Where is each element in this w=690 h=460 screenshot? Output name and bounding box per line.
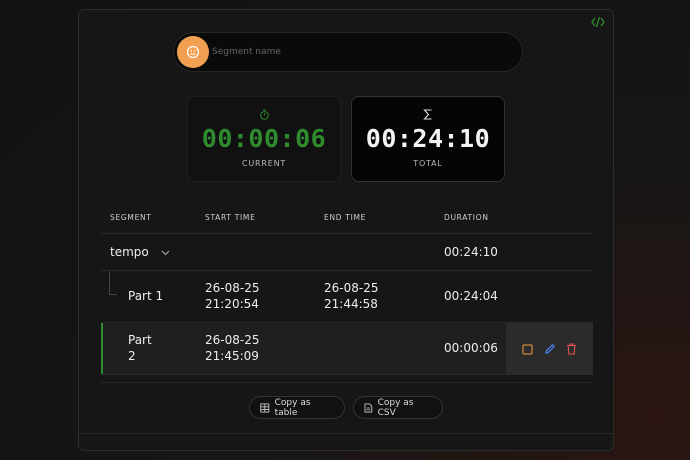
part-start-time: 21:20:54 — [205, 297, 259, 311]
pencil-icon — [544, 344, 555, 354]
part-duration: 00:24:04 — [444, 289, 498, 303]
tree-connector — [109, 271, 117, 295]
part-name-line1: Part — [128, 333, 152, 347]
segment-name: tempo — [110, 245, 149, 259]
part-start-date: 26-08-25 — [205, 333, 260, 347]
table-row[interactable]: Part 1 26-08-25 21:20:54 26-08-25 21:44:… — [101, 271, 593, 323]
header-duration: DURATION — [444, 213, 489, 222]
segment-name-input[interactable] — [208, 39, 514, 65]
main-panel: 00:00:06 CURRENT 00:24:10 TOTAL SEGMENT … — [78, 9, 614, 451]
row-actions — [506, 323, 593, 375]
segment-row[interactable]: tempo 00:24:10 — [101, 234, 593, 271]
copy-as-table-label: Copy as table — [274, 397, 311, 418]
current-timer: 00:00:06 CURRENT — [187, 96, 341, 182]
stop-icon — [522, 343, 533, 355]
part-name: Part 1 — [128, 289, 164, 303]
header-segment: SEGMENT — [110, 213, 152, 222]
segments-table: SEGMENT START TIME END TIME DURATION tem… — [101, 200, 593, 375]
code-icon[interactable] — [591, 16, 605, 28]
table-row-active[interactable]: Part 2 26-08-25 21:45:09 00:00:06 — [101, 323, 593, 375]
trash-icon — [567, 343, 577, 355]
smiley-icon — [186, 45, 200, 59]
divider — [101, 382, 593, 383]
table-icon — [260, 403, 270, 412]
part-end-time: 21:44:58 — [324, 297, 378, 311]
file-text-icon — [364, 403, 373, 412]
copy-as-csv-button[interactable]: Copy as CSV — [353, 396, 443, 419]
header-start-time: START TIME — [205, 213, 256, 222]
stop-button[interactable] — [520, 342, 534, 356]
copy-as-csv-label: Copy as CSV — [377, 397, 414, 418]
header-end-time: END TIME — [324, 213, 367, 222]
chevron-down-icon[interactable] — [161, 250, 170, 256]
current-timer-value: 00:00:06 — [201, 124, 327, 153]
segment-duration: 00:24:10 — [444, 245, 498, 259]
current-timer-label: CURRENT — [241, 159, 287, 168]
total-timer-label: TOTAL — [413, 159, 443, 168]
avatar[interactable] — [177, 36, 209, 68]
part-start-time: 21:45:09 — [205, 349, 259, 363]
copy-as-table-button[interactable]: Copy as table — [249, 396, 345, 419]
part-start-date: 26-08-25 — [205, 281, 260, 295]
panel-bottom-divider — [79, 433, 613, 434]
active-indicator — [101, 323, 103, 374]
part-name-line2: 2 — [128, 349, 136, 363]
table-header: SEGMENT START TIME END TIME DURATION — [101, 200, 593, 234]
delete-button[interactable] — [565, 342, 579, 356]
edit-button[interactable] — [543, 342, 557, 356]
segment-name-pill — [173, 32, 523, 72]
sigma-icon — [423, 109, 432, 120]
stopwatch-icon — [259, 109, 269, 120]
total-timer: 00:24:10 TOTAL — [351, 96, 505, 182]
total-timer-value: 00:24:10 — [365, 124, 491, 153]
part-duration: 00:00:06 — [444, 341, 498, 355]
segment-name-cell: tempo — [110, 244, 170, 260]
part-end-date: 26-08-25 — [324, 281, 379, 295]
